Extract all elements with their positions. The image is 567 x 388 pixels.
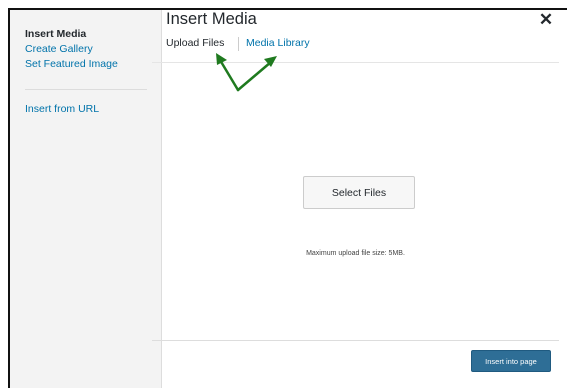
sidebar-divider (25, 89, 147, 90)
upload-area: Maximum upload file size: 5MB. (152, 0, 559, 380)
insert-into-page-button[interactable]: Insert into page (471, 350, 551, 372)
sidebar-item-insert-from-url[interactable]: Insert from URL (25, 103, 99, 115)
sidebar-item-set-featured-image[interactable]: Set Featured Image (25, 58, 118, 70)
max-upload-size-text: Maximum upload file size: 5MB. (306, 250, 405, 257)
media-sidebar: Insert Media Create Gallery Set Featured… (10, 10, 162, 388)
sidebar-item-insert-media[interactable]: Insert Media (25, 28, 86, 40)
sidebar-item-create-gallery[interactable]: Create Gallery (25, 43, 93, 55)
footer-divider (152, 340, 559, 341)
